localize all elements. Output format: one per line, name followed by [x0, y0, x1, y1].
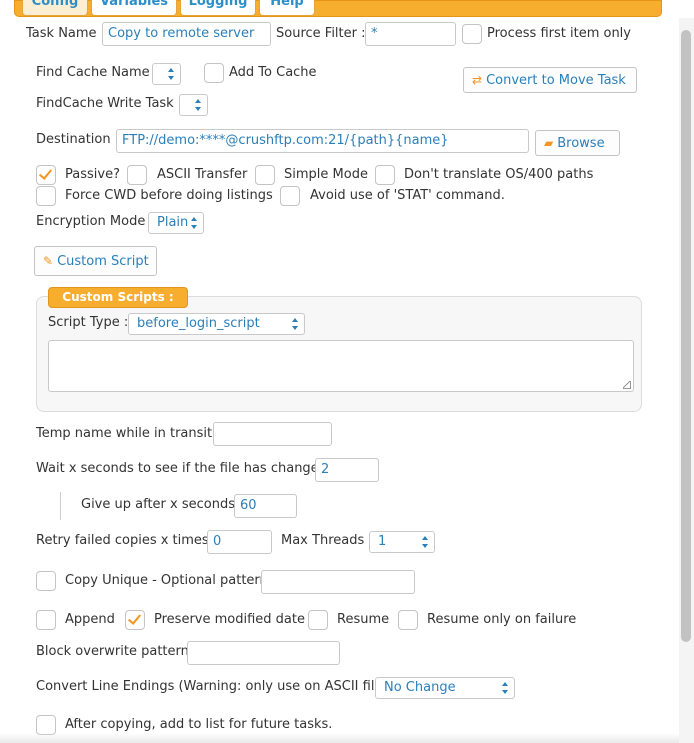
add-to-cache-label: Add To Cache — [229, 65, 317, 80]
after-copying-checkbox[interactable] — [36, 715, 56, 735]
avoid-stat-checkbox[interactable] — [280, 186, 300, 206]
encryption-label: Encryption Mode : — [36, 214, 154, 229]
max-threads-label: Max Threads : — [281, 533, 373, 548]
temp-name-input[interactable] — [213, 422, 332, 446]
give-up-label: Give up after x seconds : — [81, 497, 244, 512]
script-type-label: Script Type : — [48, 315, 129, 330]
tab-label: Variables — [99, 0, 169, 9]
give-up-input[interactable]: 60 — [234, 494, 297, 518]
encryption-value: Plain — [157, 215, 189, 230]
max-threads-value: 1 — [378, 534, 387, 549]
source-filter-input[interactable]: * — [365, 22, 456, 46]
passive-checkbox[interactable] — [36, 165, 56, 185]
scrollbar-thumb[interactable] — [681, 30, 691, 642]
add-to-cache-checkbox[interactable] — [204, 63, 224, 83]
browse-button[interactable]: ▰ Browse — [535, 130, 620, 156]
tab-logging[interactable]: Logging — [180, 0, 256, 16]
findcache-write-select[interactable] — [179, 94, 208, 116]
resume-on-failure-label: Resume only on failure — [427, 612, 577, 627]
preserve-date-checkbox[interactable] — [125, 610, 145, 630]
block-overwrite-label: Block overwrite pattern: — [36, 644, 194, 659]
bottom-edge — [0, 733, 694, 743]
updown-arrows-icon — [502, 682, 508, 694]
line-endings-label: Convert Line Endings (Warning: only use … — [36, 679, 403, 694]
tab-help[interactable]: Help — [259, 0, 315, 16]
resize-grip-icon[interactable] — [623, 381, 631, 389]
copy-unique-input[interactable] — [261, 570, 415, 594]
script-type-select[interactable]: before_login_script — [128, 313, 305, 335]
task-name-input[interactable]: Copy to remote server — [102, 22, 271, 46]
copy-unique-checkbox[interactable] — [36, 571, 56, 591]
tab-label: Logging — [188, 0, 248, 9]
preserve-date-label: Preserve modified date — [154, 612, 305, 627]
folder-icon: ▰ — [544, 136, 554, 150]
updown-arrows-icon — [195, 99, 201, 111]
simple-mode-checkbox[interactable] — [255, 165, 275, 185]
find-cache-select[interactable] — [152, 63, 181, 85]
line-endings-select[interactable]: No Change — [375, 677, 515, 699]
resume-checkbox[interactable] — [308, 610, 328, 630]
ascii-transfer-checkbox[interactable] — [127, 165, 147, 185]
resume-on-failure-checkbox[interactable] — [398, 610, 418, 630]
ascii-transfer-label: ASCII Transfer — [157, 167, 248, 182]
process-first-label: Process first item only — [487, 26, 631, 41]
tab-config[interactable]: Config — [22, 0, 88, 16]
script-icon: ✎ — [43, 254, 54, 268]
block-overwrite-input[interactable] — [187, 641, 340, 665]
updown-arrows-icon — [191, 217, 197, 229]
destination-input[interactable]: FTP://demo:****@crushftp.com:21/{path}{n… — [116, 129, 529, 153]
script-textarea[interactable] — [48, 340, 634, 392]
swap-arrows-icon: ⇄ — [472, 73, 483, 87]
retry-label: Retry failed copies x times : — [36, 533, 218, 548]
updown-arrows-icon — [168, 68, 174, 80]
convert-button-label: Convert to Move Task — [486, 73, 626, 88]
source-filter-label: Source Filter : — [276, 26, 366, 41]
wait-seconds-label: Wait x seconds to see if the file has ch… — [36, 461, 336, 476]
line-endings-value: No Change — [384, 680, 456, 695]
custom-script-button[interactable]: ✎ Custom Script — [34, 246, 157, 276]
avoid-stat-label: Avoid use of 'STAT' command. — [310, 188, 505, 203]
append-checkbox[interactable] — [36, 610, 56, 630]
simple-mode-label: Simple Mode — [284, 167, 368, 182]
force-cwd-checkbox[interactable] — [36, 186, 56, 206]
copy-unique-label: Copy Unique - Optional pattern: — [65, 573, 273, 588]
convert-to-move-button[interactable]: ⇄ Convert to Move Task — [463, 67, 637, 93]
tab-variables[interactable]: Variables — [91, 0, 177, 16]
os400-label: Don't translate OS/400 paths — [404, 167, 594, 182]
retry-input[interactable]: 0 — [207, 530, 272, 554]
checkmark-icon — [38, 166, 53, 180]
destination-label: Destination : — [36, 132, 120, 147]
browse-button-label: Browse — [557, 136, 605, 151]
wait-seconds-input[interactable]: 2 — [315, 458, 379, 482]
temp-name-label: Temp name while in transit : — [36, 426, 221, 441]
tab-label: Help — [270, 0, 304, 9]
resume-label: Resume — [337, 612, 390, 627]
script-type-value: before_login_script — [137, 316, 260, 331]
updown-arrows-icon — [292, 318, 298, 330]
os400-checkbox[interactable] — [375, 165, 395, 185]
encryption-select[interactable]: Plain — [148, 212, 204, 234]
after-copying-label: After copying, add to list for future ta… — [65, 717, 333, 732]
updown-arrows-icon — [422, 536, 428, 548]
custom-scripts-title: Custom Scripts : — [48, 287, 188, 308]
indent-divider — [60, 492, 61, 520]
append-label: Append — [65, 612, 115, 627]
force-cwd-label: Force CWD before doing listings — [65, 188, 273, 203]
find-cache-label: Find Cache Name : — [36, 65, 159, 80]
checkmark-icon — [127, 611, 142, 625]
findcache-write-label: FindCache Write Task : — [36, 96, 183, 111]
process-first-checkbox[interactable] — [462, 24, 482, 44]
custom-script-button-label: Custom Script — [57, 254, 149, 269]
passive-label: Passive? — [65, 167, 120, 182]
tab-label: Config — [31, 0, 79, 9]
task-name-label: Task Name : — [26, 26, 106, 41]
max-threads-select[interactable]: 1 — [369, 531, 435, 553]
